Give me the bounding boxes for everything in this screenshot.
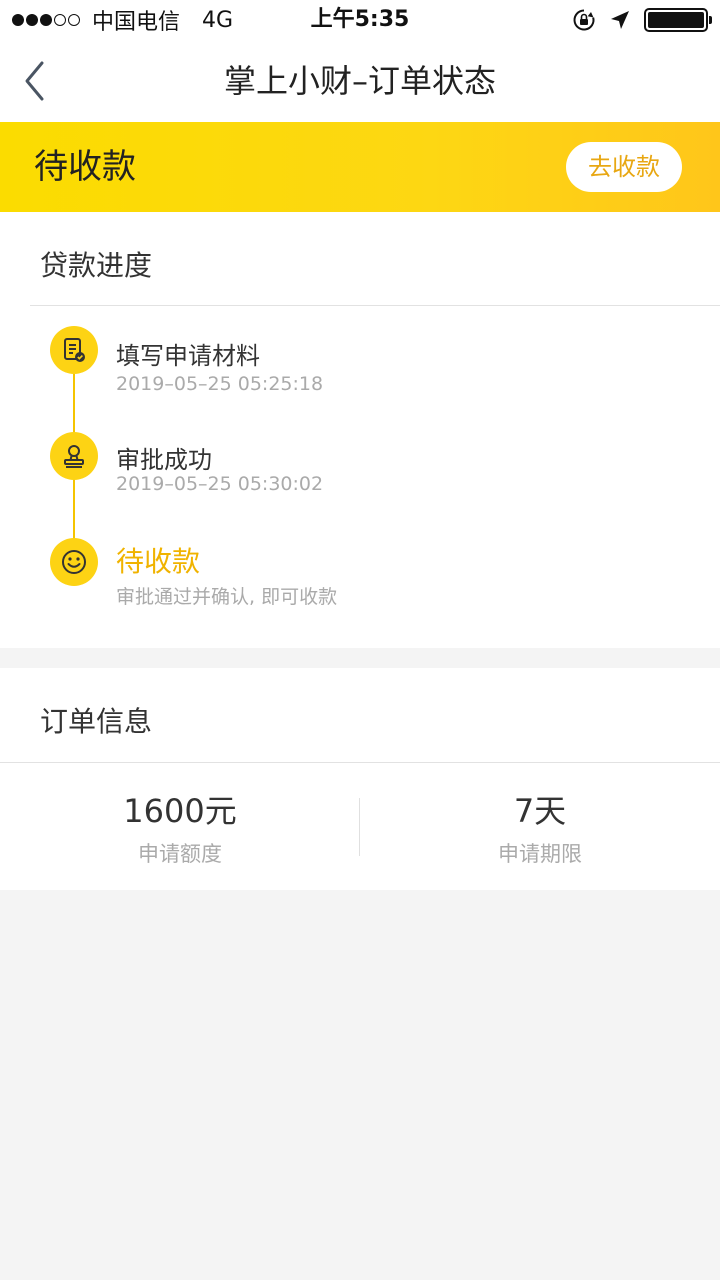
status-bar: 中国电信 4G 上午5:35 [0, 0, 720, 40]
step-timestamp: 2019–05–25 05:30:02 [116, 473, 324, 495]
order-info-title: 订单信息 [40, 705, 153, 738]
loan-term-stat: 7天 申请期限 [360, 792, 720, 868]
divider [30, 305, 720, 306]
order-status-banner: 待收款 去收款 [0, 122, 720, 212]
loan-term-value: 7天 [513, 792, 567, 830]
page-title: 掌上小财–订单状态 [223, 62, 496, 100]
rotation-lock-icon [573, 9, 595, 31]
divider [0, 762, 720, 763]
step-title-active: 待收款 [116, 545, 201, 578]
step-title: 审批成功 [116, 446, 212, 474]
battery-icon [644, 8, 712, 32]
document-check-icon [50, 326, 98, 374]
collect-payment-button[interactable]: 去收款 [566, 142, 682, 192]
location-arrow-icon [611, 11, 629, 29]
signal-strength-icon [12, 14, 82, 26]
loan-progress-card: 贷款进度 填写申请材料 2019–05–25 05:25:18 审批成功 201… [0, 212, 720, 648]
loan-amount-value: 1600元 [123, 792, 237, 830]
order-info-card: 订单信息 1600元 申请额度 7天 申请期限 [0, 668, 720, 890]
stamp-icon [50, 432, 98, 480]
loan-progress-title: 贷款进度 [40, 249, 153, 282]
smile-icon [50, 538, 98, 586]
step-description: 审批通过并确认, 即可收款 [116, 586, 338, 608]
loan-term-label: 申请期限 [498, 842, 582, 866]
status-right [572, 0, 712, 40]
order-status-text: 待收款 [34, 147, 136, 187]
step-timestamp: 2019–05–25 05:25:18 [116, 373, 324, 395]
status-left: 中国电信 4G [12, 0, 233, 40]
loan-amount-stat: 1600元 申请额度 [0, 792, 360, 868]
navigation-bar: 掌上小财–订单状态 [0, 40, 720, 122]
step-title: 填写申请材料 [116, 342, 260, 370]
loan-amount-label: 申请额度 [138, 842, 222, 866]
carrier-name: 中国电信 [92, 10, 181, 35]
network-type: 4G [202, 7, 234, 33]
